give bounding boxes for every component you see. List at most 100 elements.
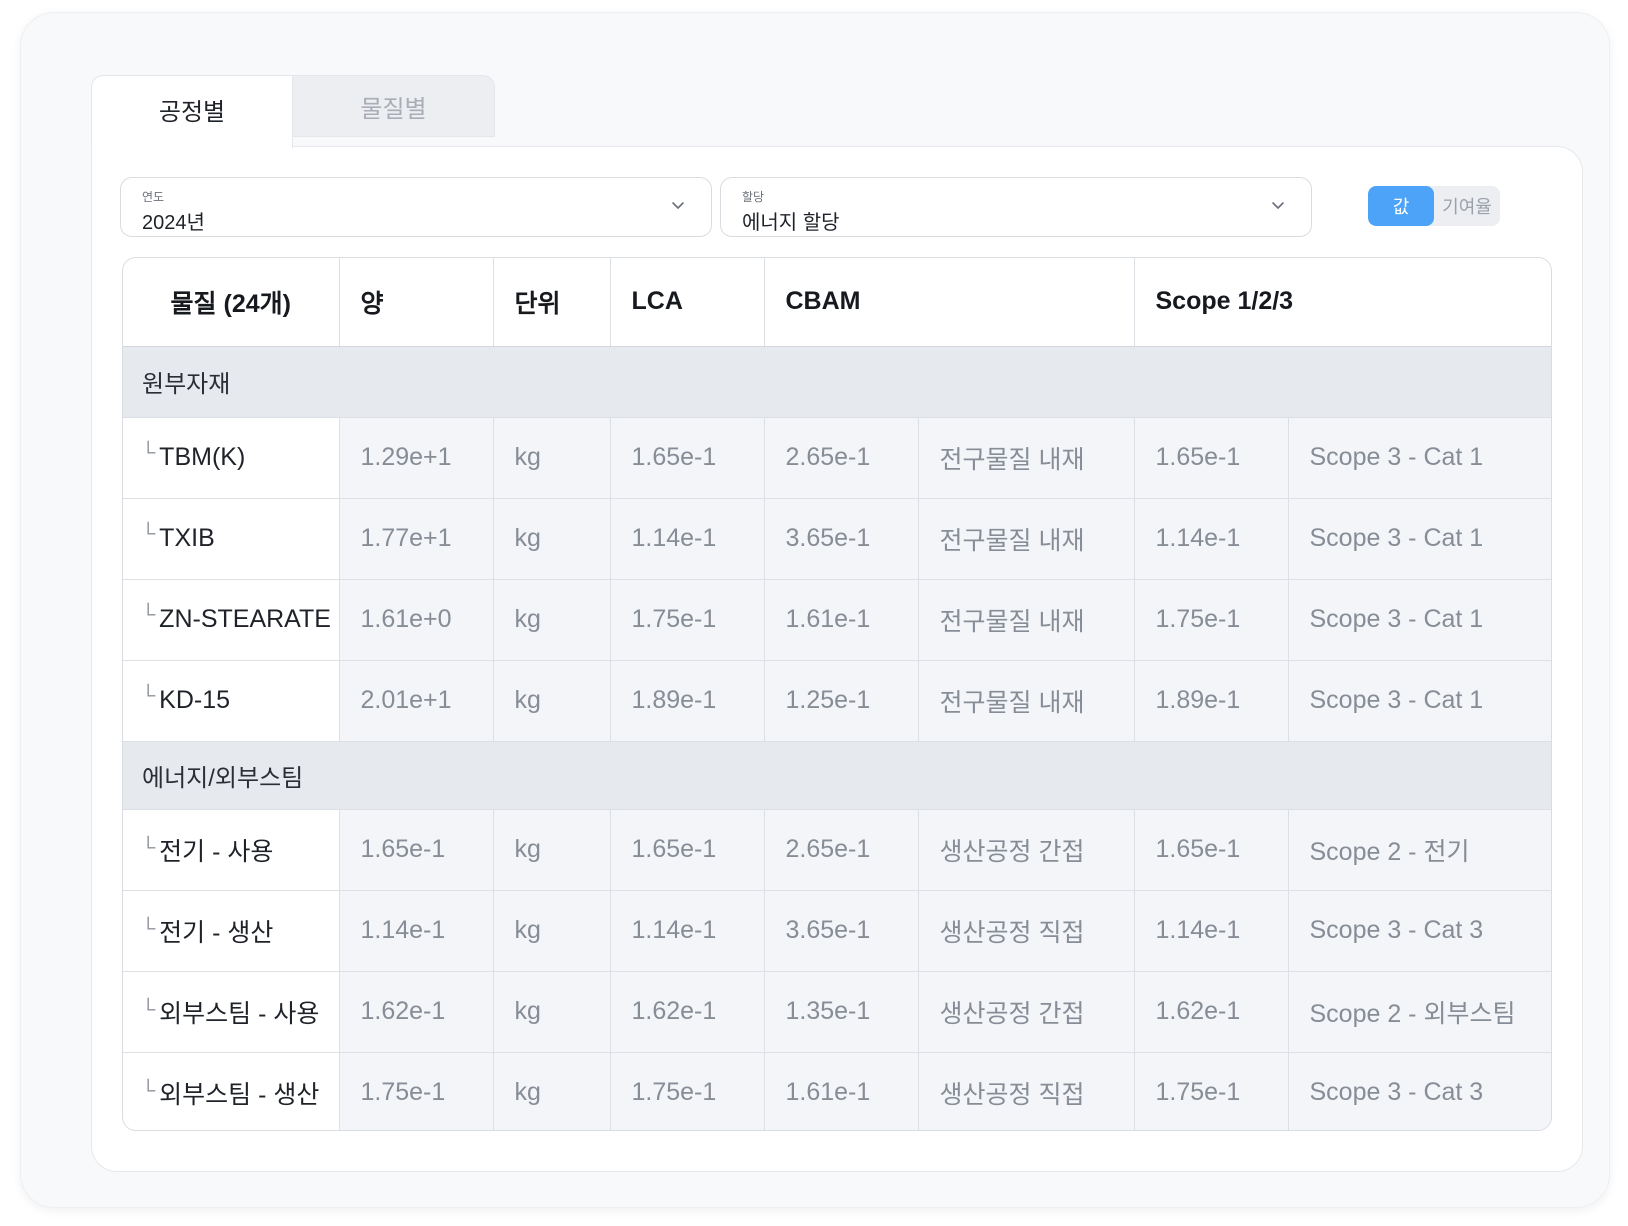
unit-cell: kg	[493, 809, 611, 891]
material-name-cell: └ KD-15	[123, 660, 340, 742]
table-row[interactable]: └ 외부스팀 - 사용 1.62e-1 kg 1.62e-1 1.35e-1 생산…	[123, 971, 1551, 1053]
header-lca: LCA	[610, 258, 765, 347]
unit-cell: kg	[493, 971, 611, 1053]
scope-category-cell: Scope 3 - Cat 3	[1288, 890, 1551, 972]
material-name-cell: └ TBM(K)	[123, 417, 340, 499]
table-row[interactable]: └ 전기 - 사용 1.65e-1 kg 1.65e-1 2.65e-1 생산공정…	[123, 809, 1551, 891]
group-label: 에너지/외부스팀	[123, 741, 1551, 810]
material-table: 물질 (24개) 양 단위 LCA CBAM Scope 1/2/3 원부자재 …	[122, 257, 1552, 1131]
amount-cell: 1.75e-1	[339, 1052, 494, 1130]
unit-cell: kg	[493, 890, 611, 972]
toggle-value-option[interactable]: 값	[1368, 186, 1434, 226]
allocation-select-value: 에너지 할당	[742, 212, 840, 234]
group-row: 원부자재	[123, 346, 1551, 418]
lca-cell: 1.14e-1	[610, 890, 765, 972]
unit-cell: kg	[493, 1052, 611, 1130]
cbam-cell: 1.61e-1	[764, 579, 919, 661]
header-cbam: CBAM	[764, 258, 1135, 347]
lca-cell: 1.65e-1	[610, 809, 765, 891]
table-row[interactable]: └ 외부스팀 - 생산 1.75e-1 kg 1.75e-1 1.61e-1 생산…	[123, 1052, 1551, 1130]
group-row: 에너지/외부스팀	[123, 741, 1551, 810]
unit-cell: kg	[493, 579, 611, 661]
amount-cell: 1.29e+1	[339, 417, 494, 499]
amount-cell: 2.01e+1	[339, 660, 494, 742]
branch-icon: └	[141, 604, 156, 626]
material-name: 외부스팀 - 생산	[159, 1080, 320, 1109]
cbam-cell: 2.65e-1	[764, 417, 919, 499]
scope-category-cell: Scope 3 - Cat 1	[1288, 579, 1551, 661]
material-name: ZN-STEARATE	[159, 605, 331, 633]
cbam-type-cell: 생산공정 간접	[918, 809, 1135, 891]
group-label: 원부자재	[123, 346, 1551, 418]
header-unit: 단위	[493, 258, 611, 347]
material-name-cell: └ TXIB	[123, 498, 340, 580]
scope-category-cell: Scope 3 - Cat 1	[1288, 660, 1551, 742]
scope-cell: 1.75e-1	[1134, 1052, 1289, 1130]
table-row[interactable]: └ ZN-STEARATE 1.61e+0 kg 1.75e-1 1.61e-1 …	[123, 579, 1551, 661]
material-name-cell: └ 전기 - 생산	[123, 890, 340, 972]
chevron-down-icon	[1272, 202, 1284, 209]
value-ratio-toggle: 값 기여율	[1368, 186, 1500, 226]
scope-cell: 1.65e-1	[1134, 809, 1289, 891]
cbam-cell: 2.65e-1	[764, 809, 919, 891]
lca-cell: 1.89e-1	[610, 660, 765, 742]
allocation-select-label: 할당	[742, 190, 765, 204]
header-scope: Scope 1/2/3	[1134, 258, 1551, 347]
unit-cell: kg	[493, 417, 611, 499]
cbam-type-cell: 전구물질 내재	[918, 579, 1135, 661]
cbam-type-cell: 전구물질 내재	[918, 417, 1135, 499]
year-select[interactable]: 연도 2024년	[120, 177, 712, 237]
table-row[interactable]: └ TBM(K) 1.29e+1 kg 1.65e-1 2.65e-1 전구물질 …	[123, 417, 1551, 499]
table-body: 원부자재 └ TBM(K) 1.29e+1 kg 1.65e-1 2.65e-1 …	[123, 346, 1551, 1130]
unit-cell: kg	[493, 498, 611, 580]
table-row[interactable]: └ TXIB 1.77e+1 kg 1.14e-1 3.65e-1 전구물질 내재…	[123, 498, 1551, 580]
cbam-type-cell: 전구물질 내재	[918, 498, 1135, 580]
material-name-cell: └ 외부스팀 - 사용	[123, 971, 340, 1053]
tab-by-process[interactable]: 공정별	[91, 75, 293, 148]
amount-cell: 1.62e-1	[339, 971, 494, 1053]
material-name-cell: └ ZN-STEARATE	[123, 579, 340, 661]
table-header-row: 물질 (24개) 양 단위 LCA CBAM Scope 1/2/3	[123, 258, 1551, 347]
content-panel: 연도 2024년 할당 에너지 할당 값 기여율 물질 (24개) 양 단위 L…	[91, 146, 1583, 1172]
cbam-type-cell: 생산공정 간접	[918, 971, 1135, 1053]
lca-cell: 1.14e-1	[610, 498, 765, 580]
chevron-down-icon	[672, 202, 684, 209]
material-name: 전기 - 생산	[159, 918, 274, 947]
allocation-select[interactable]: 할당 에너지 할당	[720, 177, 1312, 237]
year-select-label: 연도	[142, 190, 165, 204]
cbam-type-cell: 전구물질 내재	[918, 660, 1135, 742]
material-name: TBM(K)	[159, 443, 246, 471]
scope-cell: 1.14e-1	[1134, 890, 1289, 972]
table-row[interactable]: └ 전기 - 생산 1.14e-1 kg 1.14e-1 3.65e-1 생산공정…	[123, 890, 1551, 972]
cbam-type-cell: 생산공정 직접	[918, 890, 1135, 972]
scope-cell: 1.14e-1	[1134, 498, 1289, 580]
table-row[interactable]: └ KD-15 2.01e+1 kg 1.89e-1 1.25e-1 전구물질 내…	[123, 660, 1551, 742]
branch-icon: └	[141, 442, 156, 464]
lca-cell: 1.75e-1	[610, 579, 765, 661]
cbam-type-cell: 생산공정 직접	[918, 1052, 1135, 1130]
material-name-cell: └ 전기 - 사용	[123, 809, 340, 891]
scope-category-cell: Scope 2 - 외부스팀	[1288, 971, 1551, 1053]
material-name: TXIB	[159, 524, 215, 552]
cbam-cell: 1.25e-1	[764, 660, 919, 742]
branch-icon: └	[141, 917, 156, 940]
scope-cell: 1.62e-1	[1134, 971, 1289, 1053]
unit-cell: kg	[493, 660, 611, 742]
amount-cell: 1.14e-1	[339, 890, 494, 972]
scope-category-cell: Scope 2 - 전기	[1288, 809, 1551, 891]
branch-icon: └	[141, 998, 156, 1021]
cbam-cell: 1.61e-1	[764, 1052, 919, 1130]
lca-cell: 1.65e-1	[610, 417, 765, 499]
lca-cell: 1.62e-1	[610, 971, 765, 1053]
scope-cell: 1.65e-1	[1134, 417, 1289, 499]
material-name: 전기 - 사용	[159, 837, 274, 866]
header-material: 물질 (24개)	[123, 258, 340, 347]
cbam-cell: 3.65e-1	[764, 498, 919, 580]
scope-category-cell: Scope 3 - Cat 1	[1288, 417, 1551, 499]
scope-category-cell: Scope 3 - Cat 3	[1288, 1052, 1551, 1130]
tab-by-material[interactable]: 물질별	[293, 75, 495, 137]
branch-icon: └	[141, 836, 156, 859]
cbam-cell: 1.35e-1	[764, 971, 919, 1053]
scope-cell: 1.89e-1	[1134, 660, 1289, 742]
toggle-ratio-option[interactable]: 기여율	[1434, 186, 1500, 226]
